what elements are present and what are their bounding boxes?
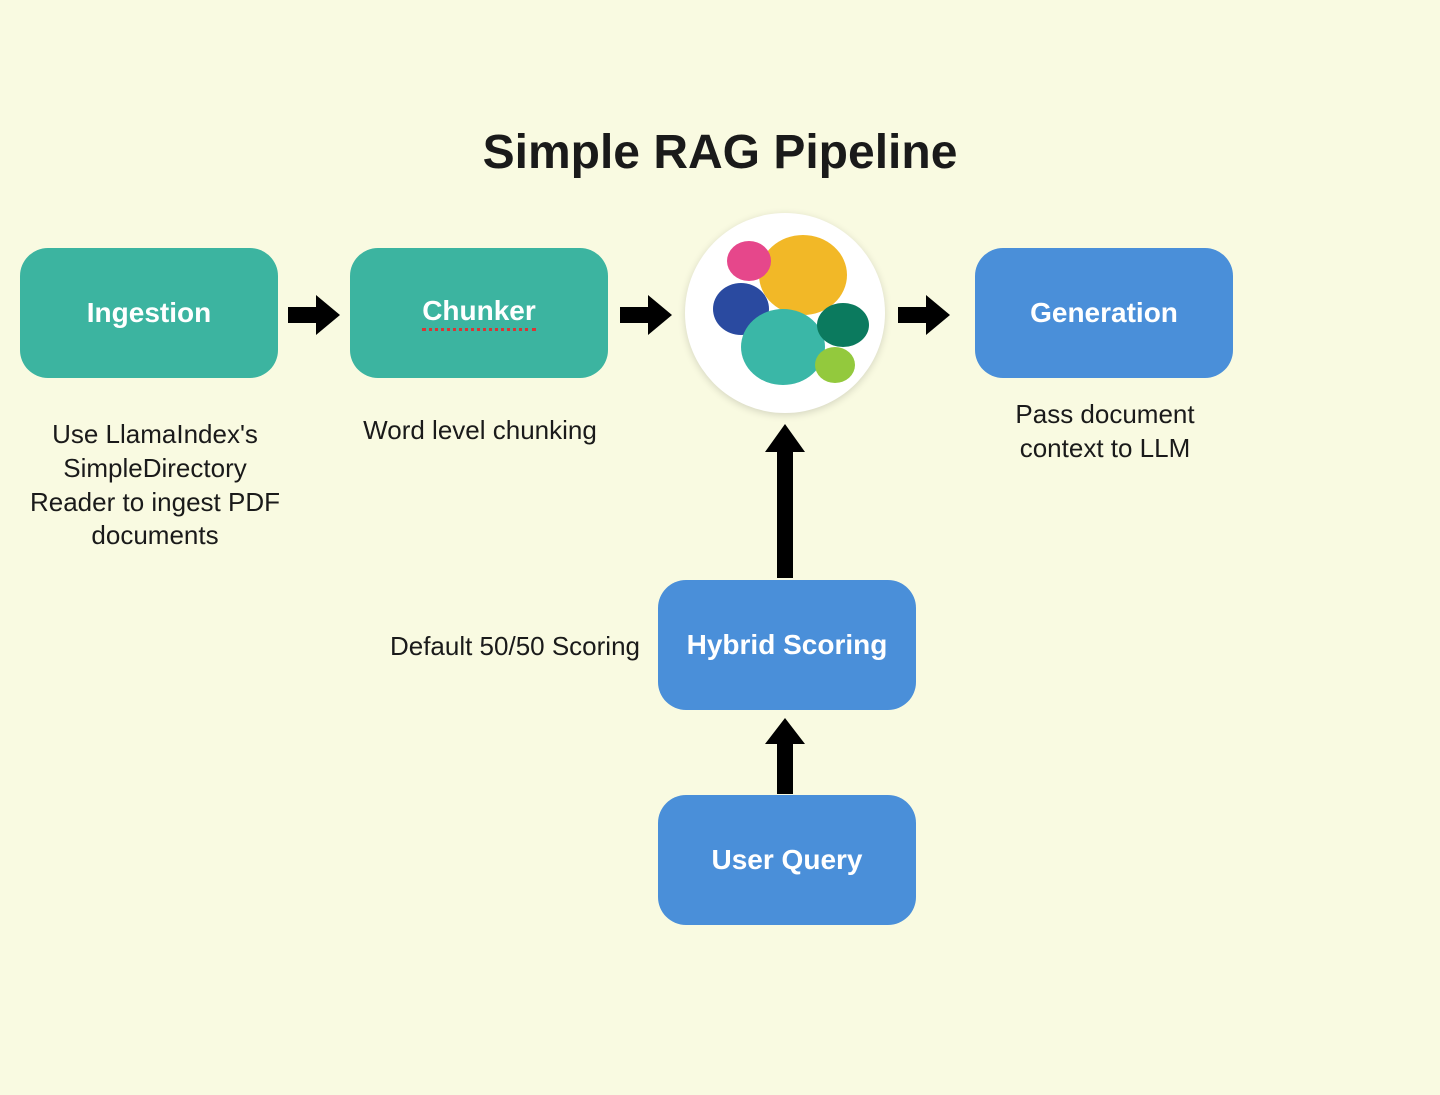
caption-chunker: Word level chunking: [330, 414, 630, 448]
node-hybrid-scoring-label: Hybrid Scoring: [687, 629, 888, 661]
arrow-up-icon: [760, 714, 810, 799]
node-generation-label: Generation: [1030, 297, 1178, 329]
arrow-icon: [898, 290, 953, 345]
node-user-query: User Query: [658, 795, 916, 925]
arrow-icon: [620, 290, 675, 345]
diagram-title: Simple RAG Pipeline: [0, 125, 1440, 180]
elasticsearch-icon: [685, 213, 885, 413]
caption-ingestion: Use LlamaIndex's SimpleDirectory Reader …: [20, 418, 290, 553]
arrow-up-icon: [760, 418, 810, 583]
arrow-icon: [288, 290, 343, 345]
node-user-query-label: User Query: [712, 844, 863, 876]
node-generation: Generation: [975, 248, 1233, 378]
node-chunker: Chunker: [350, 248, 608, 378]
node-chunker-label: Chunker: [422, 295, 536, 331]
node-ingestion: Ingestion: [20, 248, 278, 378]
node-ingestion-label: Ingestion: [87, 297, 211, 329]
node-hybrid-scoring: Hybrid Scoring: [658, 580, 916, 710]
caption-generation: Pass document context to LLM: [995, 398, 1215, 466]
caption-hybrid: Default 50/50 Scoring: [360, 630, 640, 664]
